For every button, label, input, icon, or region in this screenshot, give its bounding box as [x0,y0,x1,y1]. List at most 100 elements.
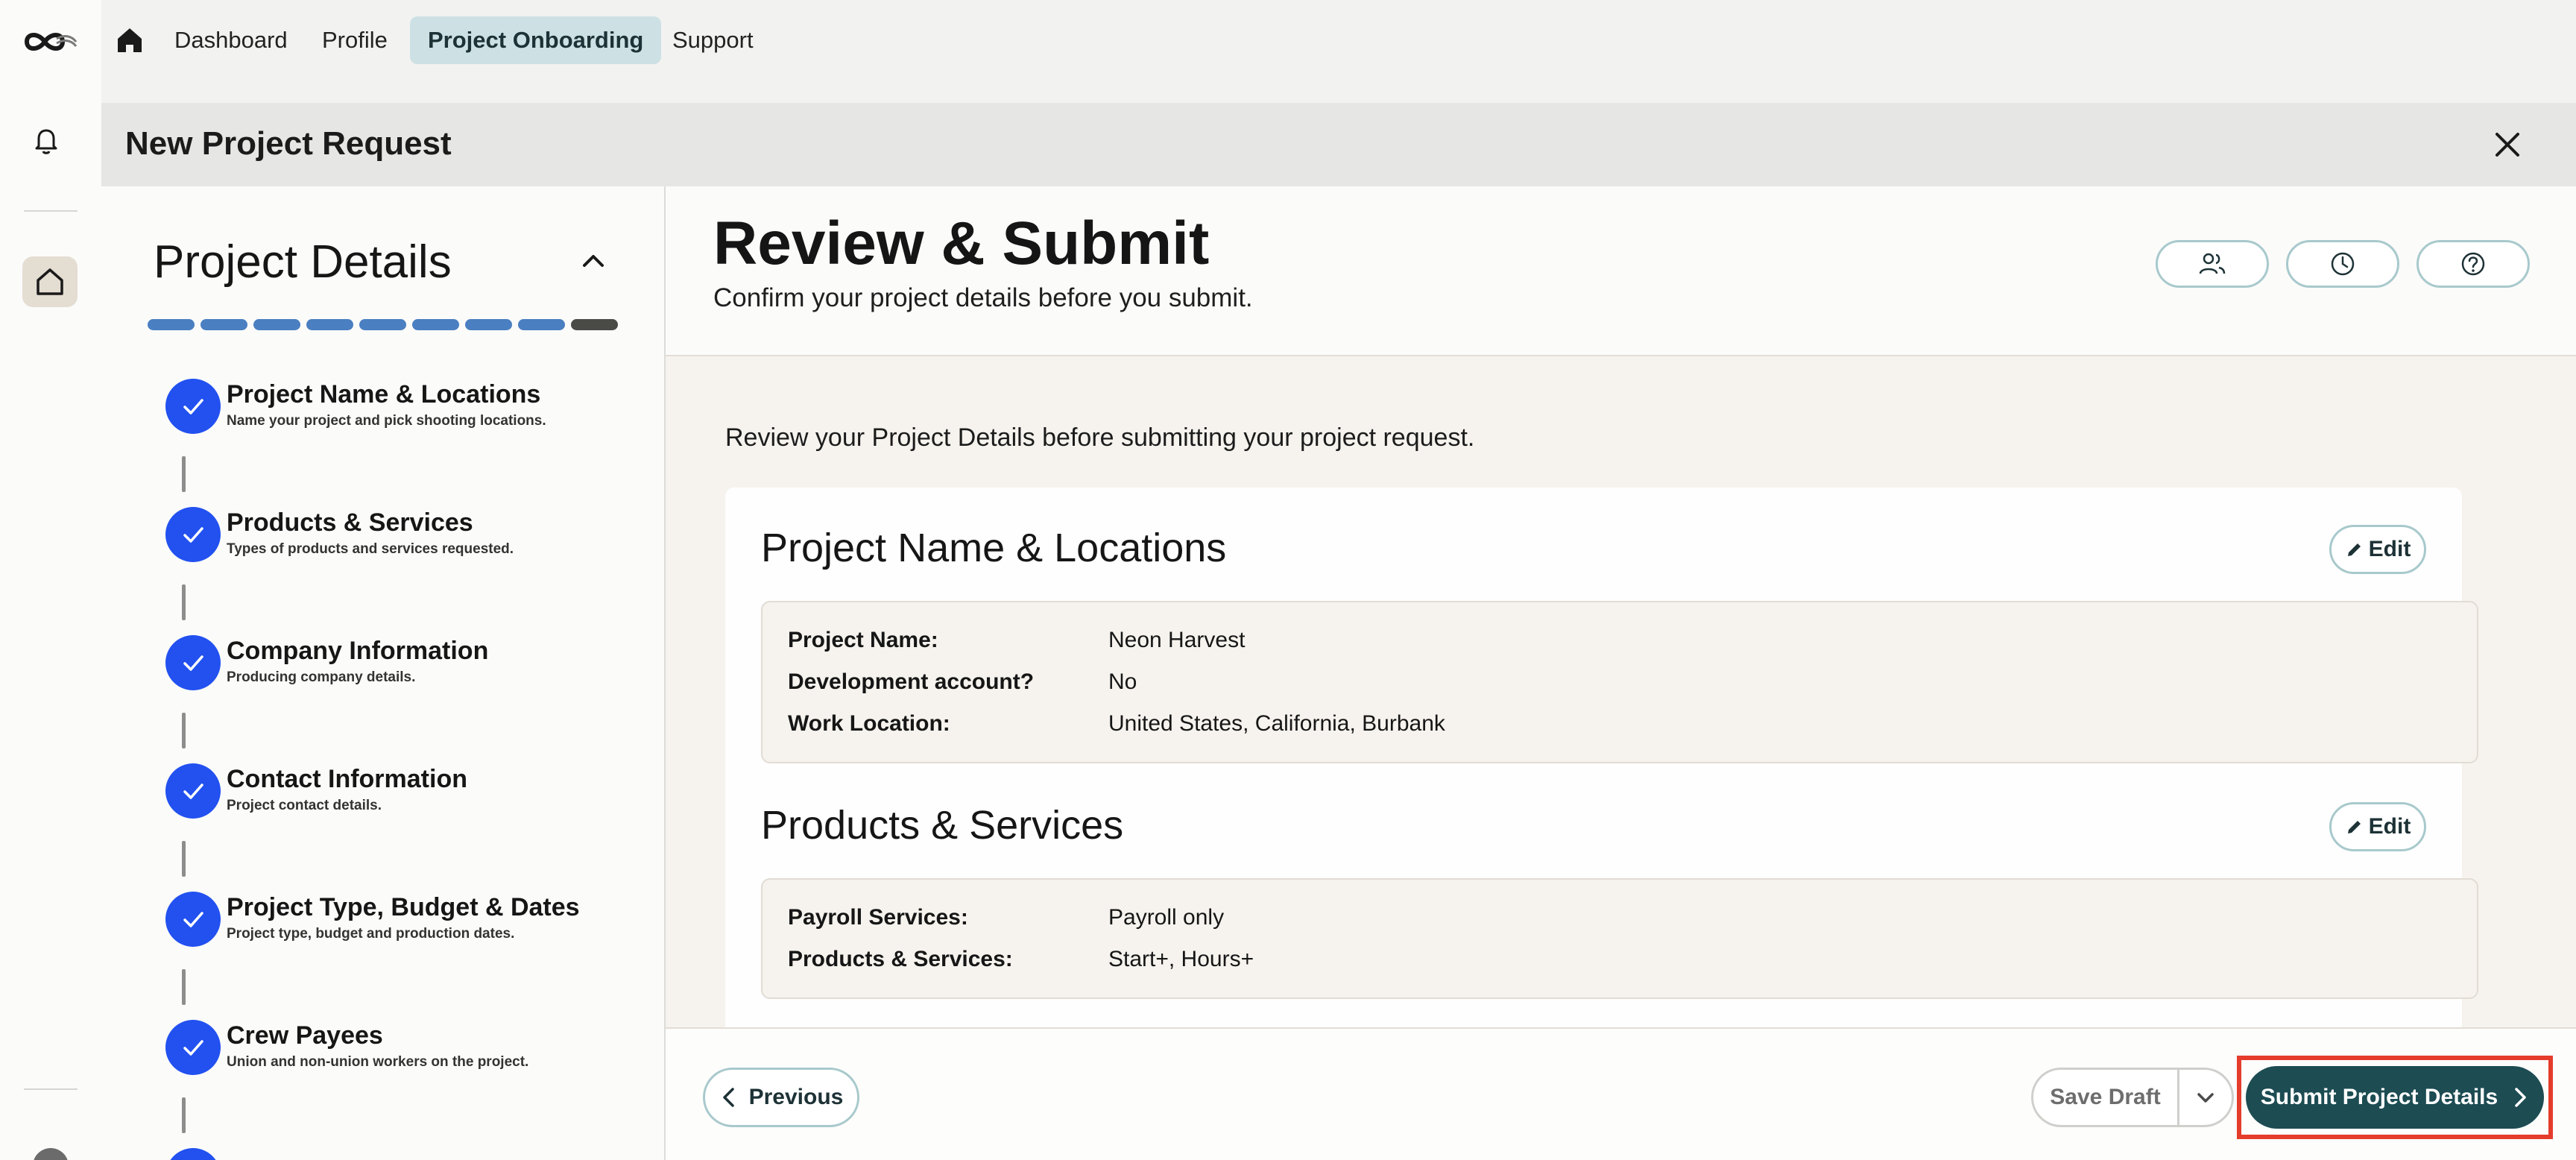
logo-icon[interactable] [22,27,79,57]
left-rail [0,0,101,1160]
pencil-icon [2347,821,2361,833]
previous-button[interactable]: Previous [703,1068,859,1127]
main-content: Review & Submit Confirm your project det… [666,186,2576,1160]
check-icon [165,507,221,562]
products-details-box: Payroll Services: Payroll only Products … [761,878,2478,999]
step-desc: Name your project and pick shooting loca… [227,413,546,429]
step-item[interactable]: Contact Information Project contact deta… [165,763,657,830]
nav-support[interactable]: Support [654,16,771,64]
nav-dashboard[interactable]: Dashboard [157,16,306,64]
submit-label: Submit Project Details [2260,1085,2498,1109]
nav-profile[interactable]: Profile [304,16,405,64]
page-title: Review & Submit [713,209,1210,277]
step-desc: Project type, budget and production date… [227,926,515,942]
detail-key: Products & Services: [788,947,1013,971]
edit-label: Edit [2368,537,2411,561]
project-details-box: Project Name: Neon Harvest Development a… [761,601,2478,763]
step-connector [182,1097,186,1133]
save-draft-dropdown[interactable] [2179,1070,2232,1125]
detail-key: Project Name: [788,628,938,652]
pencil-icon [2347,543,2361,556]
submit-project-details-button[interactable]: Submit Project Details [2246,1066,2544,1129]
step-desc: Types of products and services requested… [227,541,514,557]
section-title: Products & Services [761,803,1124,848]
edit-products-services-button[interactable]: Edit [2329,802,2426,851]
users-icon [2199,253,2226,274]
detail-value: Start+, Hours+ [1108,947,1254,971]
chevron-right-icon [2515,1088,2526,1107]
chevron-up-icon[interactable] [578,246,608,276]
footer-bar: Previous Save Draft Submit Project Detai… [666,1027,2576,1160]
check-icon [165,763,221,819]
home-icon[interactable] [115,25,145,55]
steps-heading: Project Details [154,236,452,288]
collaborators-button[interactable] [2156,240,2269,288]
step-title: Company Information [227,637,489,665]
step-title: Crew Payees [227,1021,383,1050]
step-desc: Union and non-union workers on the proje… [227,1054,529,1070]
chevron-left-icon [722,1088,734,1107]
nav-project-onboarding[interactable]: Project Onboarding [410,16,662,64]
history-button[interactable] [2286,240,2399,288]
rail-divider [24,210,78,212]
edit-project-name-button[interactable]: Edit [2329,525,2426,574]
save-draft-button[interactable]: Save Draft [2033,1070,2179,1125]
step-item[interactable]: Crew Payees Union and non-union workers … [165,1020,657,1087]
rail-home-button[interactable] [22,256,78,307]
step-desc: Project contact details. [227,798,382,813]
progress-segment [148,319,195,330]
detail-key: Payroll Services: [788,905,968,930]
check-icon [165,1020,221,1075]
check-icon [165,379,221,434]
page-subtitle: Confirm your project details before you … [713,283,1253,312]
progress-segment-current [571,319,618,330]
detail-key: Development account? [788,669,1035,694]
step-item[interactable]: Products & Services Types of products an… [165,507,657,574]
progress-segment [359,319,406,330]
progress-segment [201,319,247,330]
bell-icon[interactable] [30,124,63,157]
clock-icon [2331,252,2355,276]
modal-header: New Project Request [101,103,2576,186]
edit-label: Edit [2368,814,2411,839]
page-header: Review & Submit Confirm your project det… [666,186,2576,356]
help-button[interactable] [2416,240,2530,288]
detail-key: Work Location: [788,711,950,736]
close-icon[interactable] [2491,128,2524,161]
step-title: Project Name & Locations [227,380,541,409]
rail-divider [24,1088,78,1090]
step-connector [182,713,186,748]
top-nav: Dashboard Profile Project Onboarding Sup… [101,0,2576,103]
steps-panel: Project Details Project Name & Locations… [101,186,666,1160]
detail-value: Payroll only [1108,905,1225,930]
step-item[interactable]: Project Type, Budget & Dates Project typ… [165,892,657,959]
section-title: Project Name & Locations [761,526,1227,570]
step-desc: Producing company details. [227,669,416,685]
detail-value: No [1108,669,1137,694]
progress-segment [465,319,512,330]
step-title: Contact Information [227,765,467,793]
step-connector [182,584,186,620]
step-item[interactable]: Project Name & Locations Name your proje… [165,379,657,446]
previous-label: Previous [748,1085,844,1109]
step-connector [182,969,186,1005]
check-icon [165,635,221,690]
modal-title: New Project Request [125,125,452,162]
step-item-partial[interactable] [165,1148,657,1160]
step-title: Project Type, Budget & Dates [227,893,580,921]
step-connector [182,841,186,877]
steps-progress-bar [148,319,618,330]
progress-segment [253,319,300,330]
chevron-down-icon [2197,1093,2214,1103]
progress-segment [412,319,459,330]
home-outline-icon [37,268,63,295]
review-intro-text: Review your Project Details before submi… [725,423,1475,452]
progress-segment [306,319,353,330]
help-icon [2461,252,2485,276]
avatar[interactable] [33,1148,69,1160]
detail-value: United States, California, Burbank [1108,711,1445,736]
save-draft-split-button: Save Draft [2031,1068,2234,1127]
progress-segment [518,319,565,330]
check-icon [165,1148,221,1160]
step-item[interactable]: Company Information Producing company de… [165,635,657,702]
